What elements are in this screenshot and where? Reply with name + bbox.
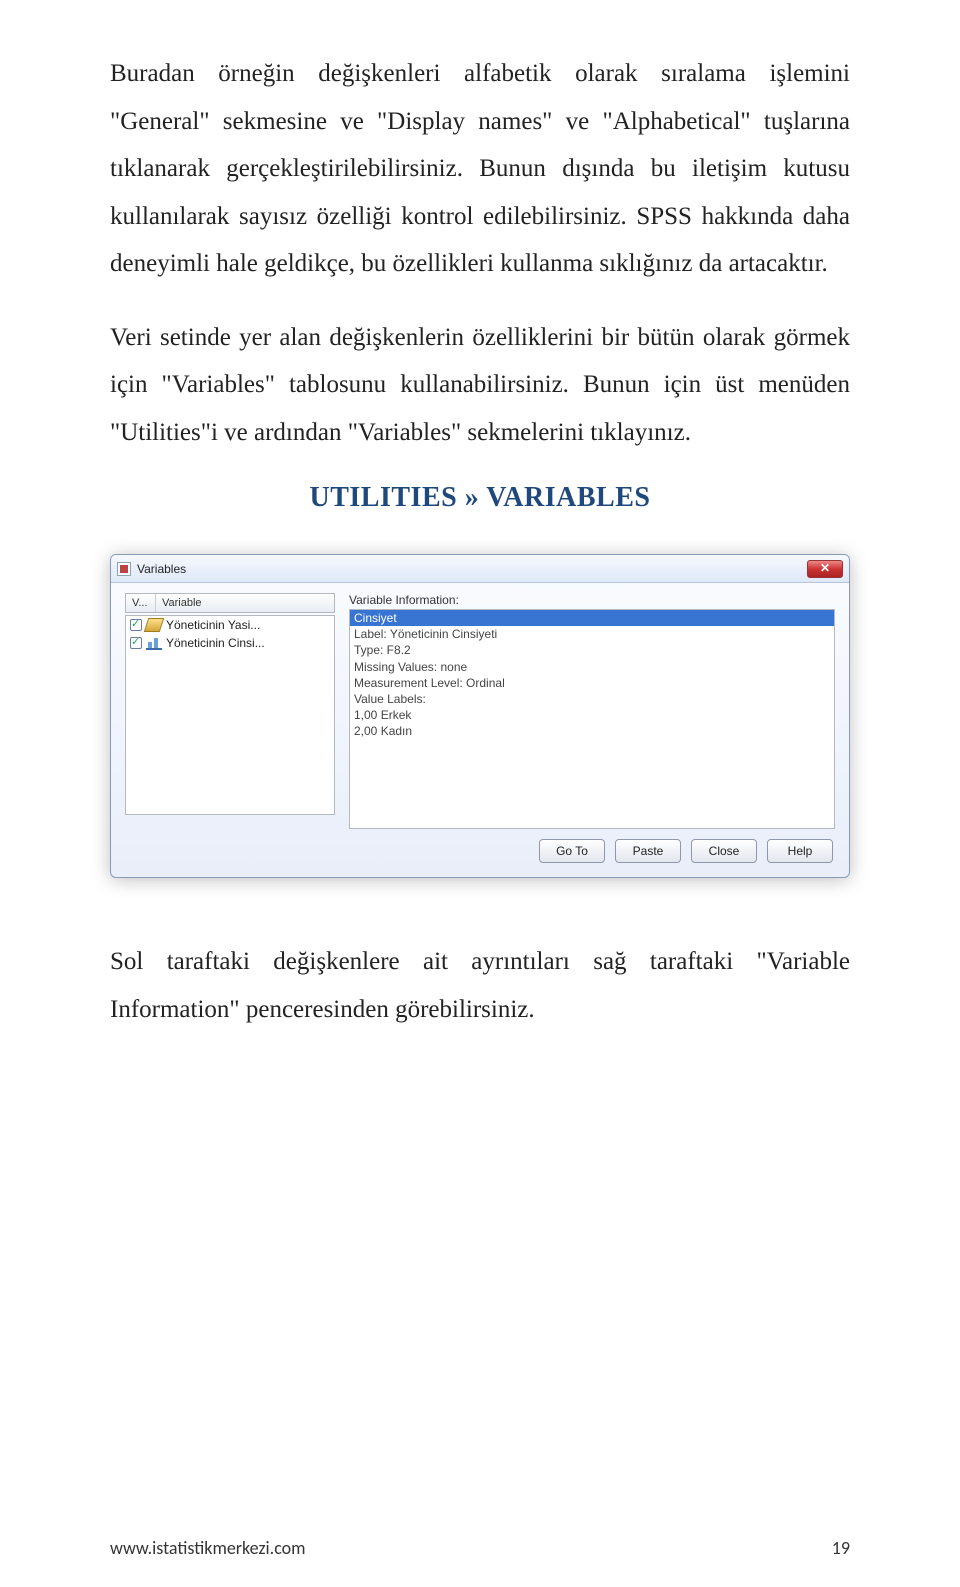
help-button[interactable]: Help [767, 839, 833, 863]
scale-icon [144, 618, 165, 632]
page-number: 19 [832, 1537, 850, 1559]
window-close-button[interactable]: ✕ [807, 560, 843, 578]
variable-info-line: Type: F8.2 [350, 642, 834, 658]
footer-url: www.istatistikmerkezi.com [110, 1537, 306, 1559]
paragraph-1: Buradan örneğin değişkenleri alfabetik o… [110, 50, 850, 288]
nav-heading: UTILITIES » VARIABLES [110, 482, 850, 514]
dialog-titlebar: Variables ✕ [111, 555, 849, 583]
variable-info-caption: Variable Information: [349, 593, 835, 607]
variable-name: Yöneticinin Cinsi... [166, 636, 265, 650]
variable-list-pane: V... Variable Yöneticinin Yasi... Yönet [125, 593, 335, 829]
paragraph-3: Sol taraftaki değişkenlere ait ayrıntıla… [110, 938, 850, 1033]
list-col-variable[interactable]: Variable [156, 594, 334, 612]
variable-name: Yöneticinin Yasi... [166, 618, 260, 632]
close-button[interactable]: Close [691, 839, 757, 863]
dialog-button-row: Go To Paste Close Help [111, 831, 849, 877]
variables-dialog-figure: Variables ✕ V... Variable [110, 554, 850, 878]
close-icon: ✕ [820, 561, 830, 575]
variable-list-header[interactable]: V... Variable [125, 593, 335, 613]
app-icon [117, 562, 131, 576]
ordinal-icon [146, 636, 162, 650]
list-item[interactable]: Yöneticinin Yasi... [126, 616, 334, 634]
page-footer: www.istatistikmerkezi.com 19 [110, 1537, 850, 1559]
dialog-title: Variables [137, 562, 186, 576]
visibility-checkbox[interactable] [130, 637, 142, 649]
variable-info-line: 1,00 Erkek [350, 707, 834, 723]
list-col-visible[interactable]: V... [126, 594, 156, 612]
paste-button[interactable]: Paste [615, 839, 681, 863]
variables-dialog: Variables ✕ V... Variable [110, 554, 850, 878]
variable-info-box[interactable]: Cinsiyet Label: Yöneticinin Cinsiyeti Ty… [349, 609, 835, 829]
goto-button[interactable]: Go To [539, 839, 605, 863]
list-item[interactable]: Yöneticinin Cinsi... [126, 634, 334, 652]
variable-info-line: Measurement Level: Ordinal [350, 675, 834, 691]
variable-info-pane: Variable Information: Cinsiyet Label: Yö… [349, 593, 835, 829]
variable-info-selected: Cinsiyet [350, 610, 834, 626]
visibility-checkbox[interactable] [130, 619, 142, 631]
variable-info-line: 2,00 Kadın [350, 723, 834, 739]
variable-list[interactable]: Yöneticinin Yasi... Yöneticinin Cinsi... [125, 615, 335, 815]
paragraph-2: Veri setinde yer alan değişkenlerin özel… [110, 314, 850, 457]
variable-info-line: Value Labels: [350, 691, 834, 707]
variable-info-line: Missing Values: none [350, 659, 834, 675]
variable-info-line: Label: Yöneticinin Cinsiyeti [350, 626, 834, 642]
